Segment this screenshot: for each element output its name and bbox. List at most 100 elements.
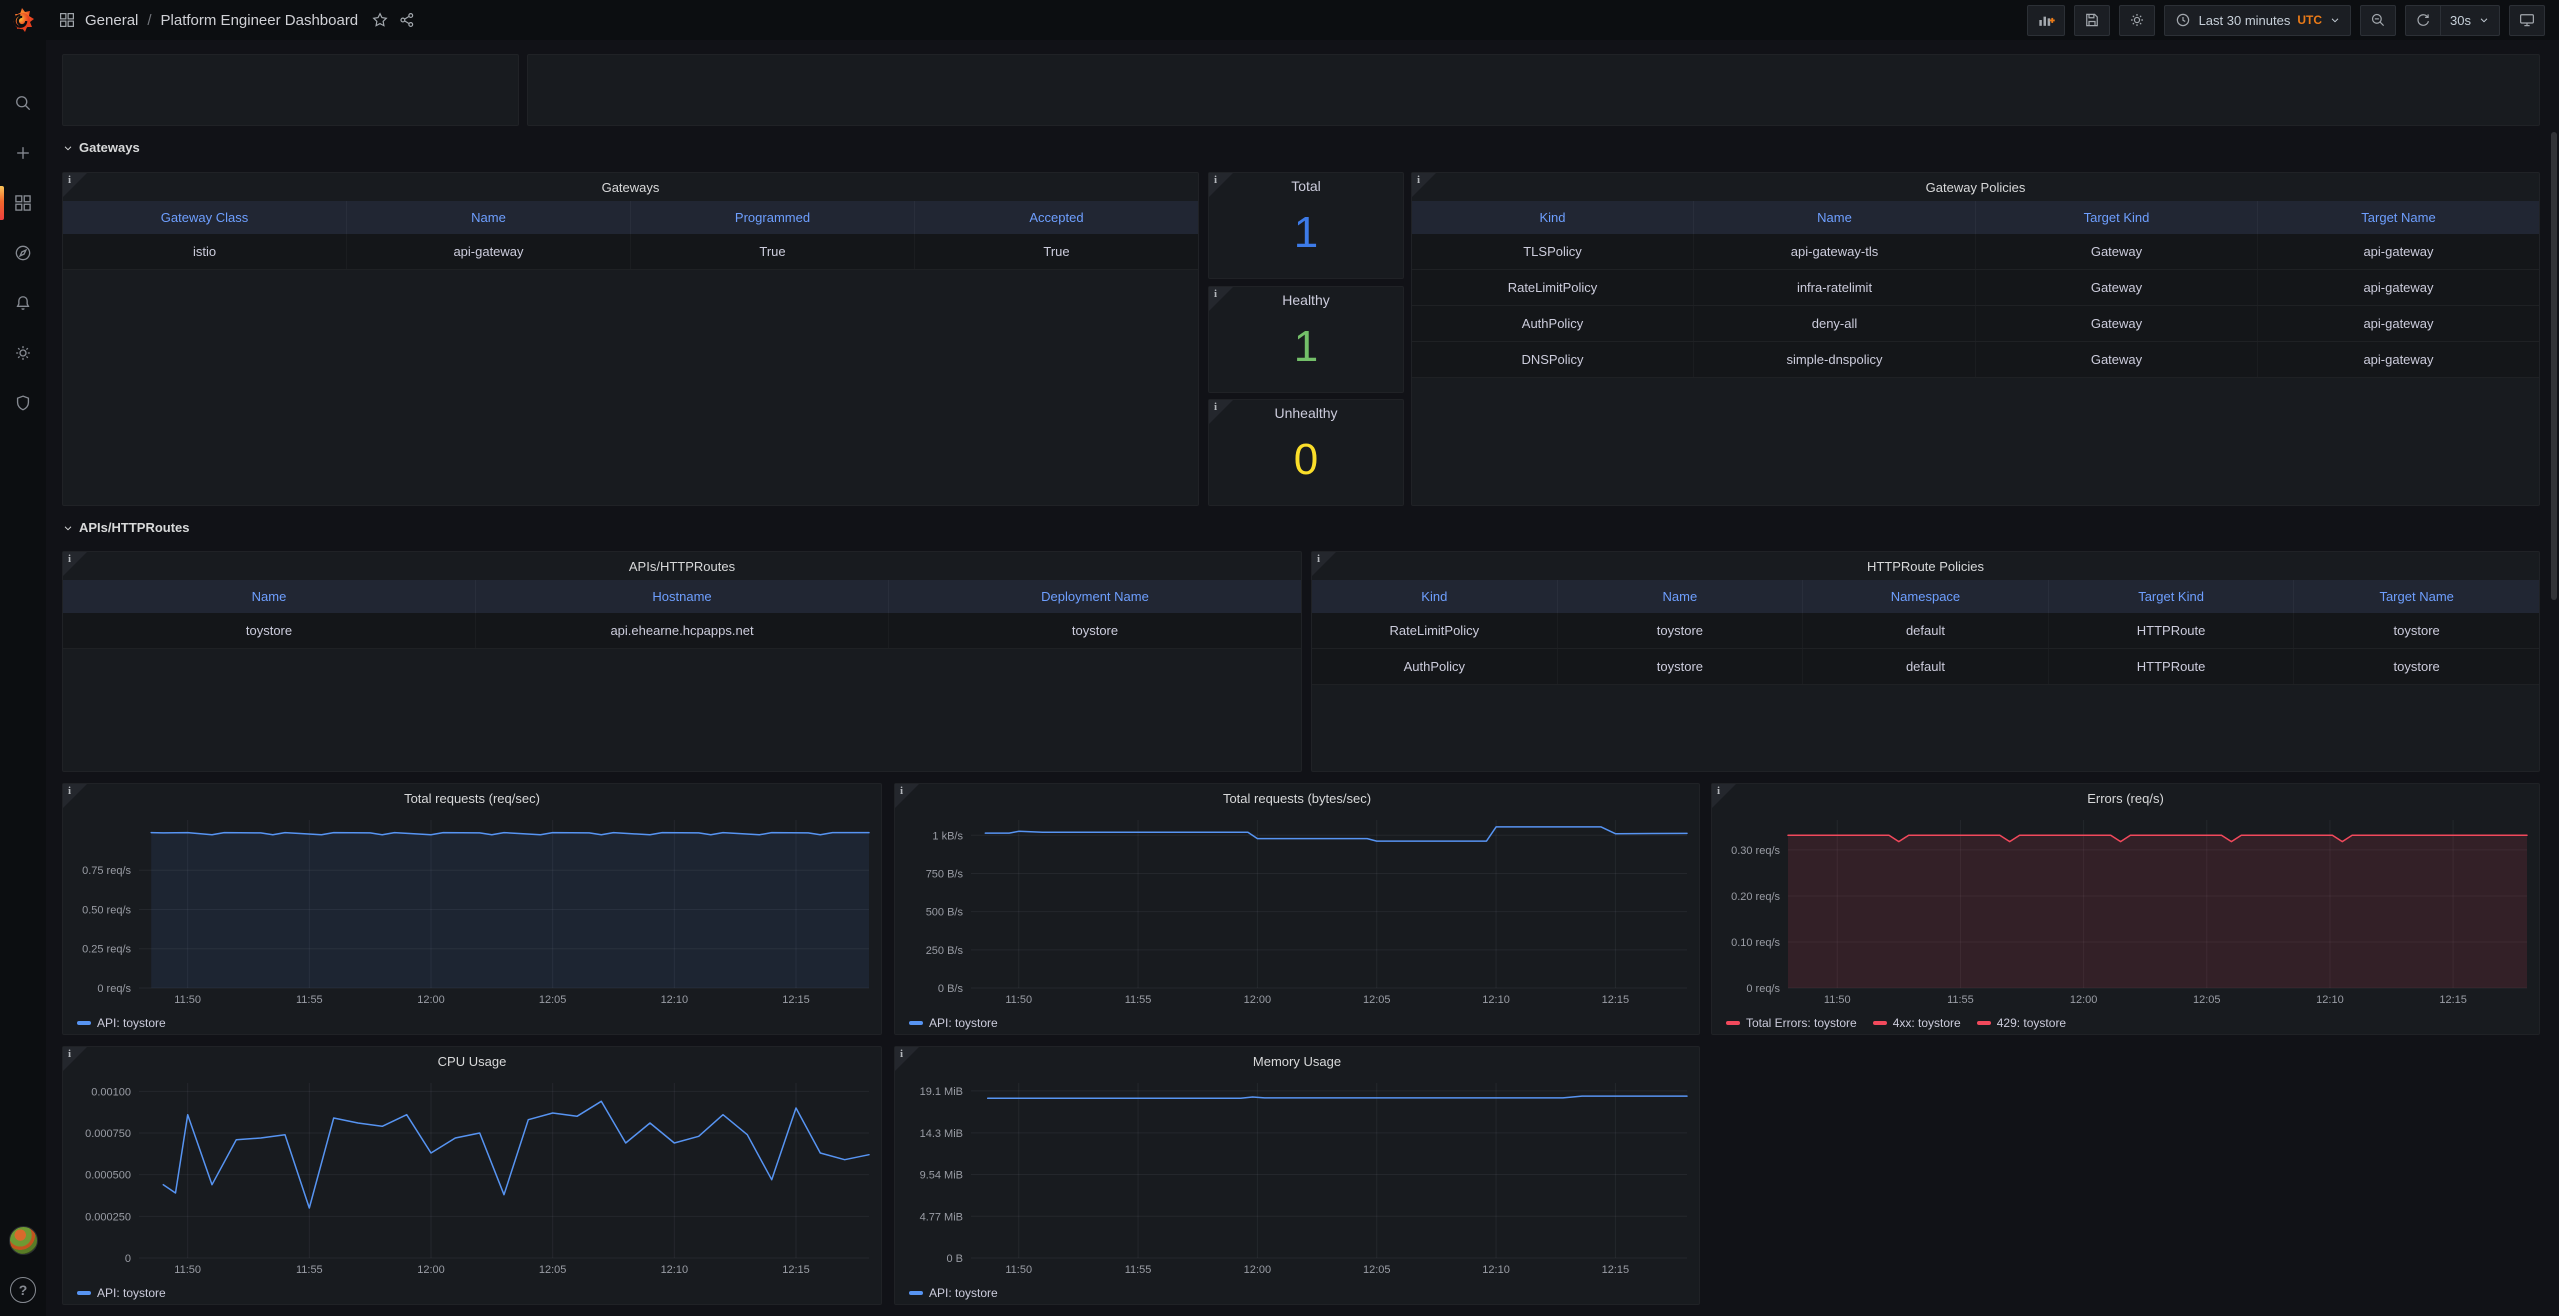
dashboard-settings-button[interactable] xyxy=(2118,4,2155,36)
legend-item[interactable]: API: toystore xyxy=(909,1286,998,1300)
column-header[interactable]: Name xyxy=(1694,201,1976,234)
grafana-logo-icon[interactable] xyxy=(8,7,36,35)
panel-info-icon[interactable]: i xyxy=(1412,173,1436,197)
time-range-picker[interactable]: Last 30 minutes UTC xyxy=(2163,4,2352,36)
sidebar-item-configuration[interactable] xyxy=(0,342,46,364)
panel-title[interactable]: APIs/HTTPRoutes xyxy=(63,552,1301,580)
panel-info-icon[interactable]: i xyxy=(1312,552,1336,576)
tv-mode-button[interactable] xyxy=(2509,4,2545,36)
panel-stat-healthy: i Healthy 1 xyxy=(1208,286,1404,393)
panel-info-icon[interactable]: i xyxy=(1209,173,1233,197)
scrollbar[interactable] xyxy=(2551,132,2557,600)
panel-info-icon[interactable]: i xyxy=(1209,287,1233,311)
save-dashboard-button[interactable] xyxy=(2073,4,2110,36)
panel-title[interactable]: Errors (req/s) xyxy=(1712,784,2539,812)
column-header[interactable]: Deployment Name xyxy=(889,580,1301,613)
column-header[interactable]: Kind xyxy=(1412,201,1694,234)
section-header-apis[interactable]: APIs/HTTPRoutes xyxy=(62,520,190,535)
panel-info-icon[interactable]: i xyxy=(1209,400,1233,424)
stat-value: 1 xyxy=(1293,208,1319,257)
table-cell: deny-all xyxy=(1694,306,1976,341)
share-icon[interactable] xyxy=(398,11,416,29)
panel-title[interactable]: Healthy xyxy=(1209,287,1403,313)
save-dashboard-icon xyxy=(2085,13,2098,27)
panel-info-icon[interactable]: i xyxy=(63,1047,87,1071)
column-header[interactable]: Hostname xyxy=(476,580,889,613)
panel-title[interactable]: Gateway Policies xyxy=(1412,173,2539,201)
svg-text:12:05: 12:05 xyxy=(539,1264,567,1276)
column-header[interactable]: Namespace xyxy=(1803,580,2049,613)
sidebar-item-alerting[interactable] xyxy=(0,292,46,314)
refresh-interval-dropdown[interactable]: 30s xyxy=(2440,4,2500,36)
sidebar-item-search[interactable] xyxy=(0,92,46,114)
user-avatar[interactable] xyxy=(8,1226,38,1255)
panel-title[interactable]: Gateways xyxy=(63,173,1198,201)
table-header-row: Name Hostname Deployment Name xyxy=(63,580,1301,613)
panel-title[interactable]: CPU Usage xyxy=(63,1047,881,1075)
add-panel-button[interactable] xyxy=(2026,4,2065,36)
sidebar-item-dashboards[interactable] xyxy=(0,186,46,220)
empty-panel xyxy=(527,54,2540,126)
svg-text:12:15: 12:15 xyxy=(1602,994,1630,1006)
svg-text:12:00: 12:00 xyxy=(417,1264,445,1276)
legend-item[interactable]: API: toystore xyxy=(77,1016,166,1030)
svg-text:0.00100: 0.00100 xyxy=(91,1086,131,1098)
panel-title[interactable]: HTTPRoute Policies xyxy=(1312,552,2539,580)
panel-info-icon[interactable]: i xyxy=(1712,784,1736,808)
section-header-gateways[interactable]: Gateways xyxy=(62,140,140,155)
panel-title[interactable]: Total xyxy=(1209,173,1403,199)
column-header[interactable]: Name xyxy=(63,580,476,613)
panel-httproute-policies-table: i HTTPRoute Policies Kind Name Namespace Ta… xyxy=(1311,551,2540,772)
sidebar-item-create[interactable] xyxy=(0,142,46,164)
apps-grid-icon[interactable] xyxy=(58,11,76,29)
column-header[interactable]: Name xyxy=(1558,580,1804,613)
column-header[interactable]: Gateway Class xyxy=(63,201,347,234)
breadcrumb-folder[interactable]: General xyxy=(85,12,138,29)
svg-text:12:05: 12:05 xyxy=(1363,1264,1391,1276)
legend-item[interactable]: API: toystore xyxy=(77,1286,166,1300)
column-header[interactable]: Target Kind xyxy=(2049,580,2295,613)
column-header[interactable]: Kind xyxy=(1312,580,1558,613)
svg-text:12:00: 12:00 xyxy=(1244,994,1272,1006)
svg-text:11:50: 11:50 xyxy=(174,1264,201,1276)
panel-title[interactable]: Total requests (bytes/sec) xyxy=(895,784,1699,812)
zoom-out-button[interactable] xyxy=(2360,4,2397,36)
chart-canvas: 0 req/s 0.10 req/s 0.20 req/s 0.30 req/s 11:… xyxy=(1731,820,2528,1006)
svg-text:12:10: 12:10 xyxy=(661,994,689,1006)
refresh-button[interactable] xyxy=(2405,4,2441,36)
column-header[interactable]: Name xyxy=(347,201,631,234)
panel-info-icon[interactable]: i xyxy=(63,552,87,576)
legend-swatch xyxy=(909,1021,923,1025)
column-header[interactable]: Target Kind xyxy=(1976,201,2258,234)
legend-item[interactable]: 429: toystore xyxy=(1976,1016,2066,1030)
svg-text:500 B/s: 500 B/s xyxy=(926,907,964,919)
panel-info-icon[interactable]: i xyxy=(895,1047,919,1071)
panel-title[interactable]: Unhealthy xyxy=(1209,400,1403,426)
sidebar: ? xyxy=(0,0,46,1316)
panel-title[interactable]: Total requests (req/sec) xyxy=(63,784,881,812)
sidebar-item-admin[interactable] xyxy=(0,392,46,414)
help-icon[interactable]: ? xyxy=(10,1277,36,1303)
legend-item[interactable]: API: toystore xyxy=(909,1016,998,1030)
chart-legend: API: toystore xyxy=(909,1016,998,1030)
top-navigation: General / Platform Engineer Dashboard La… xyxy=(46,0,2559,40)
table-cell: HTTPRoute xyxy=(2049,649,2295,684)
panel-info-icon[interactable]: i xyxy=(895,784,919,808)
sidebar-item-explore[interactable] xyxy=(0,242,46,264)
chart-legend: API: toystore xyxy=(77,1286,166,1300)
panel-info-icon[interactable]: i xyxy=(63,173,87,197)
column-header[interactable]: Target Name xyxy=(2294,580,2539,613)
star-icon[interactable] xyxy=(371,11,389,29)
svg-text:0.000750: 0.000750 xyxy=(85,1128,131,1140)
panel-info-icon[interactable]: i xyxy=(63,784,87,808)
gear-icon xyxy=(16,346,30,360)
legend-item[interactable]: 4xx: toystore xyxy=(1872,1016,1961,1030)
legend-item[interactable]: Total Errors: toystore xyxy=(1726,1016,1857,1030)
svg-text:12:05: 12:05 xyxy=(2193,994,2221,1006)
column-header[interactable]: Accepted xyxy=(915,201,1198,234)
table-cell: api-gateway xyxy=(2363,244,2434,259)
panel-title[interactable]: Memory Usage xyxy=(895,1047,1699,1075)
column-header[interactable]: Programmed xyxy=(631,201,915,234)
column-header[interactable]: Target Name xyxy=(2258,201,2539,234)
svg-text:11:50: 11:50 xyxy=(1005,1264,1032,1276)
